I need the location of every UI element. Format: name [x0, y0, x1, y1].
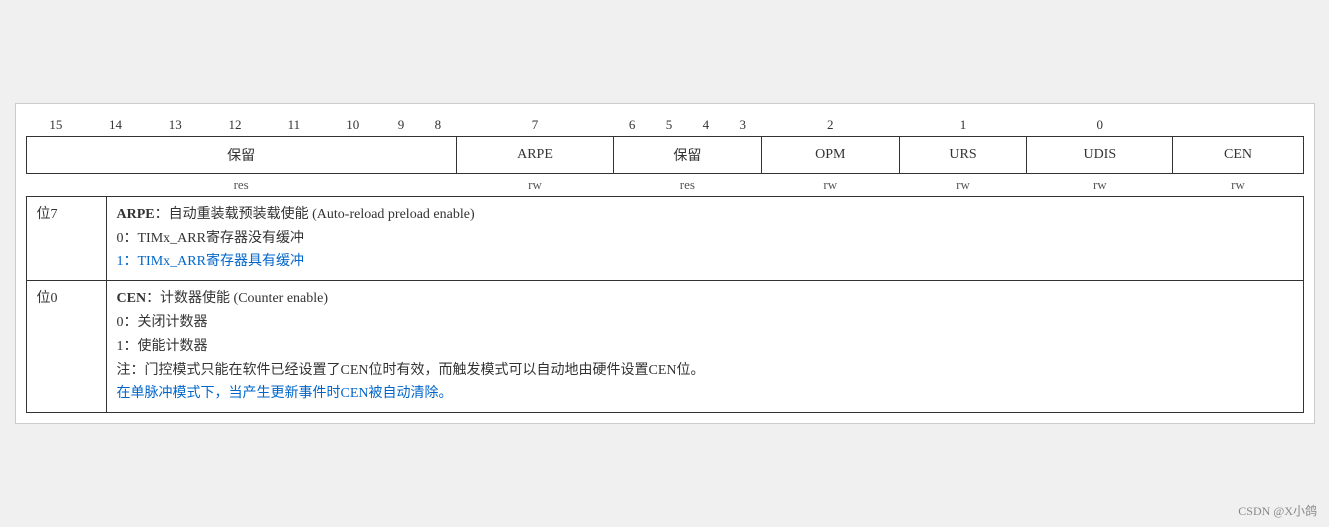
- register-table: 15 14 13 12 11 10 9 8 7 6 5 4 3 2 1 0 保留…: [26, 114, 1304, 196]
- bit-0: 0: [1027, 114, 1173, 137]
- bit-1: 1: [899, 114, 1026, 137]
- arpe-title-bold: ARPE: [117, 207, 155, 222]
- rw-cen: rw: [1173, 173, 1303, 196]
- cen-cell: CEN: [1173, 136, 1303, 173]
- arpe-line-1: 1：TIMx_ARR寄存器具有缓冲: [117, 250, 1293, 274]
- arpe-description-row: 位7 ARPE：自动重装载预装载使能 (Auto-reload preload …: [26, 196, 1303, 280]
- arpe-line-0: 0：TIMx_ARR寄存器没有缓冲: [117, 227, 1293, 251]
- bit-10: 10: [323, 114, 383, 137]
- bit-number-row: 15 14 13 12 11 10 9 8 7 6 5 4 3 2 1 0: [26, 114, 1303, 137]
- bit-field-row: 保留 ARPE 保留 OPM URS UDIS CEN: [26, 136, 1303, 173]
- rw-arpe: rw: [456, 173, 613, 196]
- arpe-desc-content: ARPE：自动重装载预装载使能 (Auto-reload preload ena…: [106, 196, 1303, 280]
- cen-title-line: CEN：计数器使能 (Counter enable): [117, 287, 1293, 311]
- bit-5: 5: [651, 114, 688, 137]
- rw-reserved-mid: res: [614, 173, 762, 196]
- arpe-title-line: ARPE：自动重装载预装载使能 (Auto-reload preload ena…: [117, 203, 1293, 227]
- bit-7: 7: [456, 114, 613, 137]
- bit-13: 13: [145, 114, 205, 137]
- opm-cell: OPM: [761, 136, 899, 173]
- bit-9: 9: [383, 114, 420, 137]
- rw-urs: rw: [899, 173, 1026, 196]
- cen-description-row: 位0 CEN：计数器使能 (Counter enable) 0：关闭计数器 1：…: [26, 281, 1303, 413]
- cen-line-2: 注：门控模式只能在软件已经设置了CEN位时有效，而触发模式可以自动地由硬件设置C…: [117, 359, 1293, 383]
- bit-4: 4: [687, 114, 724, 137]
- cen-title-rest: ：计数器使能 (Counter enable): [146, 291, 328, 306]
- bit-14: 14: [86, 114, 146, 137]
- udis-cell: UDIS: [1027, 136, 1173, 173]
- bit-15: 15: [26, 114, 86, 137]
- bit-6: 6: [614, 114, 651, 137]
- bit-3: 3: [724, 114, 761, 137]
- bit-2: 2: [761, 114, 899, 137]
- cen-line-3: 在单脉冲模式下，当产生更新事件时CEN被自动清除。: [117, 382, 1293, 406]
- description-table: 位7 ARPE：自动重装载预装载使能 (Auto-reload preload …: [26, 196, 1304, 413]
- cen-bit-label: 位0: [26, 281, 106, 413]
- reserved-mid: 保留: [614, 136, 762, 173]
- cen-line-1: 1：使能计数器: [117, 335, 1293, 359]
- bit-12: 12: [205, 114, 265, 137]
- rw-row: res rw res rw rw rw rw: [26, 173, 1303, 196]
- rw-udis: rw: [1027, 173, 1173, 196]
- cen-desc-content: CEN：计数器使能 (Counter enable) 0：关闭计数器 1：使能计…: [106, 281, 1303, 413]
- arpe-title-rest: ：自动重装载预装载使能 (Auto-reload preload enable): [155, 207, 475, 222]
- register-description: 15 14 13 12 11 10 9 8 7 6 5 4 3 2 1 0 保留…: [15, 103, 1315, 424]
- cen-title-bold: CEN: [117, 291, 147, 306]
- cen-line-0: 0：关闭计数器: [117, 311, 1293, 335]
- bit-8: 8: [419, 114, 456, 137]
- watermark: CSDN @X小鸽: [1238, 502, 1317, 519]
- arpe-bit-label: 位7: [26, 196, 106, 280]
- rw-reserved-high: res: [26, 173, 456, 196]
- rw-opm: rw: [761, 173, 899, 196]
- arpe-cell: ARPE: [456, 136, 613, 173]
- reserved-high: 保留: [26, 136, 456, 173]
- bit-11: 11: [265, 114, 323, 137]
- urs-cell: URS: [899, 136, 1026, 173]
